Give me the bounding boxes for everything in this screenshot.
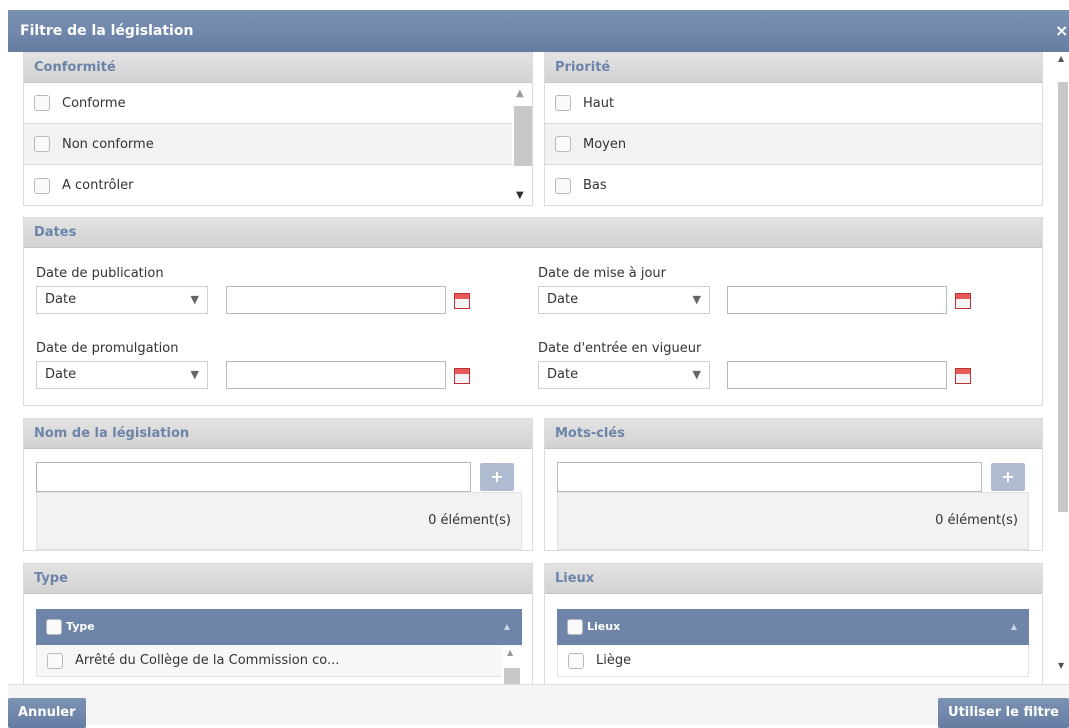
mise-a-jour-label: Date de mise à jour	[538, 266, 667, 281]
type-column-label: Type	[66, 620, 95, 633]
dialog-footer: Annuler Utiliser le filtre	[8, 684, 1069, 728]
chevron-down-icon: ▼	[190, 293, 199, 306]
type-row-label: Arrêté du Collège de la Commission co...	[75, 653, 340, 668]
sort-icon[interactable]: ▲	[1011, 609, 1017, 645]
apply-filter-button[interactable]: Utiliser le filtre	[938, 698, 1069, 728]
conformite-item-conforme[interactable]: Conforme	[24, 83, 512, 124]
type-scrollbar[interactable]: ▲	[502, 646, 522, 686]
publication-date-input[interactable]	[226, 286, 446, 314]
mise-a-jour-select[interactable]: Date ▼	[538, 286, 710, 314]
promulgation-label: Date de promulgation	[36, 341, 179, 356]
entree-vigueur-date-input[interactable]	[727, 361, 947, 389]
motscles-title: Mots-clés	[545, 419, 1042, 449]
checkbox[interactable]	[555, 136, 571, 152]
scroll-thumb[interactable]	[1058, 82, 1068, 512]
priorite-panel: Priorité Haut Moyen Bas	[544, 52, 1043, 206]
mise-a-jour-date-input[interactable]	[727, 286, 947, 314]
chevron-down-icon: ▼	[692, 368, 701, 381]
lieux-panel: Lieux Lieux ▲ Liège	[544, 563, 1043, 684]
scroll-up-icon[interactable]: ▲	[516, 88, 524, 99]
conformite-item-label: A contrôler	[62, 178, 134, 193]
publication-label: Date de publication	[36, 266, 164, 281]
motscles-count: 0 élément(s)	[557, 492, 1029, 550]
priorite-item-haut[interactable]: Haut	[545, 83, 1042, 124]
scroll-up-icon[interactable]: ▲	[1058, 54, 1064, 63]
scroll-down-icon[interactable]: ▼	[1058, 661, 1064, 670]
conformite-panel: Conformité Conforme Non conforme A contr…	[23, 52, 533, 206]
priorite-item-bas[interactable]: Bas	[545, 165, 1042, 206]
lieux-row-label: Liège	[596, 653, 632, 668]
calendar-icon[interactable]	[955, 293, 971, 309]
checkbox[interactable]	[34, 95, 50, 111]
priorite-item-label: Moyen	[583, 136, 627, 152]
calendar-icon[interactable]	[454, 368, 470, 384]
select-all-checkbox[interactable]	[567, 619, 583, 635]
promulgation-select-value: Date	[45, 367, 77, 382]
add-motcle-button[interactable]: +	[991, 463, 1025, 491]
motscles-input[interactable]	[557, 462, 982, 492]
chevron-down-icon: ▼	[692, 293, 701, 306]
nom-count: 0 élément(s)	[36, 492, 522, 550]
nom-title: Nom de la législation	[24, 419, 532, 449]
add-nom-button[interactable]: +	[480, 463, 514, 491]
type-title: Type	[24, 564, 532, 594]
dates-panel: Dates Date de publication Date ▼ Date de…	[23, 217, 1043, 406]
lieux-title: Lieux	[545, 564, 1042, 594]
entree-vigueur-select[interactable]: Date ▼	[538, 361, 710, 389]
publication-select-value: Date	[45, 292, 77, 307]
entree-vigueur-label: Date d'entrée en vigueur	[538, 341, 702, 356]
conformite-title: Conformité	[24, 53, 532, 83]
dialog-titlebar: Filtre de la législation ×	[8, 10, 1069, 52]
checkbox[interactable]	[555, 177, 571, 194]
dialog-title: Filtre de la législation	[20, 23, 194, 39]
scroll-down-icon[interactable]: ▼	[516, 190, 524, 201]
type-table-header[interactable]: Type ▲	[36, 609, 522, 645]
publication-select[interactable]: Date ▼	[36, 286, 208, 314]
chevron-down-icon: ▼	[190, 368, 199, 381]
conformite-item-a-controler[interactable]: A contrôler	[24, 165, 512, 206]
calendar-icon[interactable]	[454, 293, 470, 309]
checkbox[interactable]	[568, 652, 584, 669]
promulgation-date-input[interactable]	[226, 361, 446, 389]
checkbox[interactable]	[34, 136, 50, 152]
close-icon[interactable]: ×	[1055, 10, 1069, 52]
scroll-thumb[interactable]	[514, 106, 532, 166]
priorite-item-moyen[interactable]: Moyen	[545, 124, 1042, 165]
nom-input[interactable]	[36, 462, 471, 492]
dates-title: Dates	[24, 218, 1042, 248]
table-row[interactable]: Liège	[557, 645, 1029, 677]
cancel-button[interactable]: Annuler	[8, 698, 86, 728]
conformite-item-label: Conforme	[62, 95, 126, 111]
table-row[interactable]: Arrêté du Collège de la Commission co...	[36, 645, 522, 677]
dialog-scrollbar[interactable]: ▲ ▼	[1055, 52, 1069, 684]
checkbox[interactable]	[555, 95, 571, 111]
checkbox[interactable]	[34, 177, 50, 194]
promulgation-select[interactable]: Date ▼	[36, 361, 208, 389]
lieux-column-label: Lieux	[587, 620, 621, 633]
motscles-panel: Mots-clés + 0 élément(s)	[544, 418, 1043, 551]
entree-vigueur-select-value: Date	[547, 367, 579, 382]
priorite-title: Priorité	[545, 53, 1042, 83]
mise-a-jour-select-value: Date	[547, 292, 579, 307]
nom-panel: Nom de la législation + 0 élément(s)	[23, 418, 533, 551]
priorite-item-label: Haut	[583, 95, 615, 111]
conformite-item-label: Non conforme	[62, 136, 154, 152]
type-panel: Type Type ▲ Arrêté du Collège de la Comm…	[23, 563, 533, 686]
lieux-table-header[interactable]: Lieux ▲	[557, 609, 1029, 645]
checkbox[interactable]	[47, 652, 63, 669]
select-all-checkbox[interactable]	[46, 619, 62, 635]
conformite-scrollbar[interactable]: ▲ ▼	[512, 84, 532, 205]
sort-icon[interactable]: ▲	[504, 609, 510, 645]
priorite-item-label: Bas	[583, 178, 607, 193]
calendar-icon[interactable]	[955, 368, 971, 384]
scroll-up-icon[interactable]: ▲	[507, 648, 513, 657]
conformite-item-non-conforme[interactable]: Non conforme	[24, 124, 512, 165]
